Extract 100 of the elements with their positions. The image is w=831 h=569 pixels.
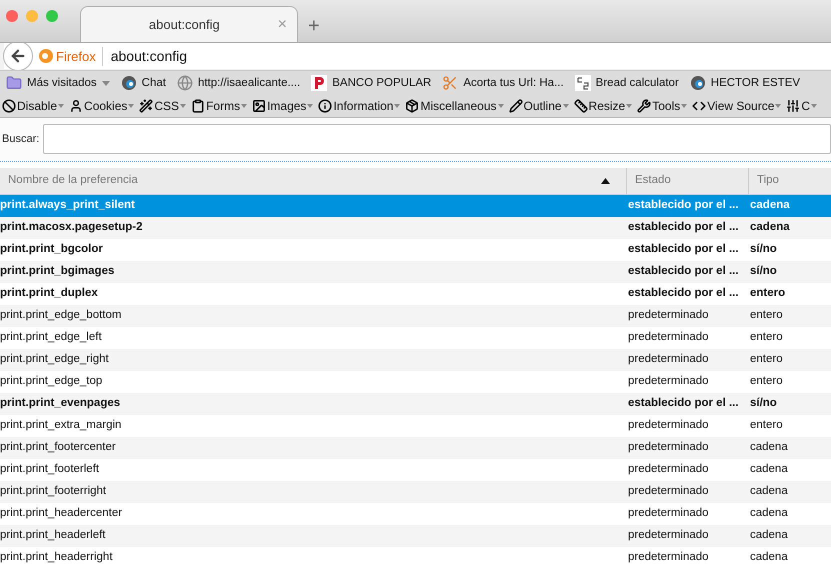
- preference-type: cadena: [749, 440, 788, 456]
- toolbar-menu[interactable]: Disable: [2, 97, 64, 116]
- preference-status: predeterminado: [627, 528, 710, 544]
- toolbar-menu[interactable]: Miscellaneous: [405, 97, 504, 116]
- toolbar-menu[interactable]: Information: [318, 97, 400, 116]
- preference-row[interactable]: print.print_footerright predeterminado cadena: [0, 480, 831, 503]
- preference-type: entero: [749, 330, 783, 346]
- toolbar-menu[interactable]: Tools: [637, 97, 688, 116]
- preference-name: print.print_headerright: [0, 550, 114, 566]
- url-bar[interactable]: Firefox about:config: [4, 43, 831, 70]
- preference-status: predeterminado: [627, 418, 710, 434]
- toolbar-menu[interactable]: View Source: [692, 97, 782, 116]
- preference-type: sí/no: [749, 396, 777, 412]
- pencil-icon: [508, 99, 523, 114]
- clipboard-icon: [191, 99, 206, 114]
- search-field[interactable]: [43, 124, 831, 154]
- bookmark-item[interactable]: Bread calculator: [574, 74, 679, 92]
- package-icon: [405, 99, 420, 114]
- preference-row[interactable]: print.print_evenpages establecido por el ... sí/no: [0, 392, 831, 415]
- toolbar-menu[interactable]: C: [786, 97, 818, 116]
- url-text: about:config: [110, 46, 188, 66]
- preference-status: establecido por el ...: [627, 264, 740, 280]
- preference-type: cadena: [749, 484, 788, 500]
- dropdown-icon: [498, 104, 504, 108]
- user-icon: [69, 99, 84, 114]
- dropdown-icon: [562, 104, 569, 108]
- preference-row[interactable]: print.macosx.pagesetup-2 establecido por el ... cadena: [0, 216, 831, 239]
- bookmark-item[interactable]: HECTOR ESTEV: [690, 74, 800, 92]
- swirl-icon: [690, 75, 706, 92]
- wand-icon: [139, 99, 154, 114]
- preference-type: entero: [749, 308, 783, 324]
- bookmark-item[interactable]: BANCO POPULAR: [311, 74, 432, 92]
- dropdown-icon: [307, 104, 314, 108]
- preference-status: predeterminado: [627, 462, 710, 478]
- preference-type: cadena: [749, 528, 788, 544]
- preference-status: establecido por el ...: [627, 198, 740, 214]
- bookmark-item[interactable]: http://isaealicante....: [176, 74, 300, 92]
- browser-tab[interactable]: about:config ×: [80, 6, 298, 42]
- new-tab-button[interactable]: +: [308, 16, 320, 36]
- bookmark-item[interactable]: Chat: [120, 74, 166, 92]
- preference-status: establecido por el ...: [627, 220, 740, 236]
- preference-row[interactable]: print.print_edge_bottom predeterminado entero: [0, 304, 831, 327]
- firefox-logo-icon: [39, 49, 53, 64]
- column-header[interactable]: Estado: [626, 168, 748, 194]
- preference-status: establecido por el ...: [627, 242, 740, 258]
- column-header[interactable]: Tipo: [748, 168, 831, 194]
- preference-status: predeterminado: [627, 352, 710, 368]
- dropdown-icon: [681, 104, 688, 108]
- preference-type: cadena: [749, 550, 788, 566]
- preference-status: establecido por el ...: [627, 396, 740, 412]
- preference-type: entero: [749, 286, 786, 302]
- preference-status: predeterminado: [627, 440, 710, 456]
- swirl-icon: [120, 75, 137, 92]
- preference-status: predeterminado: [627, 308, 710, 324]
- toolbar-menu[interactable]: Images: [252, 97, 314, 116]
- back-button[interactable]: [3, 41, 33, 72]
- toolbar-menu[interactable]: CSS: [139, 97, 186, 116]
- dropdown-icon: [775, 104, 782, 108]
- preference-name: print.always_print_silent: [0, 198, 136, 214]
- dropdown-icon: [128, 104, 134, 108]
- sliders-icon: [786, 99, 800, 114]
- close-window-button[interactable]: [6, 10, 18, 22]
- ruler-icon: [574, 99, 588, 114]
- preference-row[interactable]: print.print_edge_right predeterminado entero: [0, 348, 831, 371]
- preference-type: cadena: [749, 462, 788, 478]
- preference-name: print.print_edge_bottom: [0, 308, 122, 324]
- preference-status: predeterminado: [627, 330, 710, 346]
- preference-status: predeterminado: [627, 484, 710, 500]
- preference-name: print.print_evenpages: [0, 396, 122, 412]
- preference-status: establecido por el ...: [627, 286, 740, 302]
- letter-p-icon: [311, 75, 328, 92]
- toolbar-menu[interactable]: Cookies: [69, 97, 134, 116]
- bookmark-item[interactable]: Más visitados: [6, 74, 110, 92]
- preference-name: print.print_duplex: [0, 286, 99, 302]
- preference-type: cadena: [749, 220, 790, 236]
- preference-name: print.print_bgimages: [0, 264, 116, 280]
- preference-name: print.print_footercenter: [0, 440, 117, 456]
- zoom-window-button[interactable]: [46, 10, 58, 22]
- preference-name: print.macosx.pagesetup-2: [0, 220, 144, 236]
- identity-label: Firefox: [56, 46, 103, 66]
- column-header[interactable]: Nombre de la preferencia: [0, 168, 626, 194]
- tab-title: about:config: [148, 16, 221, 34]
- preference-status: predeterminado: [627, 550, 710, 566]
- preference-name: print.print_edge_right: [0, 352, 110, 368]
- bookmark-item[interactable]: Acorta tus Url: Ha...: [442, 74, 564, 92]
- preference-row[interactable]: print.print_headerleft predeterminado cadena: [0, 524, 831, 547]
- toolbar-menu[interactable]: Resize: [574, 97, 632, 116]
- toolbar-menu[interactable]: Outline: [508, 97, 569, 116]
- info-icon: [318, 99, 332, 114]
- search-label: Buscar:: [2, 132, 40, 147]
- dropdown-icon: [626, 104, 632, 108]
- minimize-window-button[interactable]: [26, 10, 38, 22]
- preference-name: print.print_edge_left: [0, 330, 103, 346]
- preference-type: sí/no: [749, 242, 777, 258]
- preference-row[interactable]: print.print_footercenter predeterminado cadena: [0, 436, 831, 459]
- toolbar-menu[interactable]: Forms: [191, 97, 248, 116]
- image-icon: [252, 99, 266, 114]
- preference-name: print.print_footerleft: [0, 462, 100, 478]
- preference-name: print.print_edge_top: [0, 374, 104, 390]
- preference-row[interactable]: print.print_bgimages establecido por el ... sí/no: [0, 260, 831, 283]
